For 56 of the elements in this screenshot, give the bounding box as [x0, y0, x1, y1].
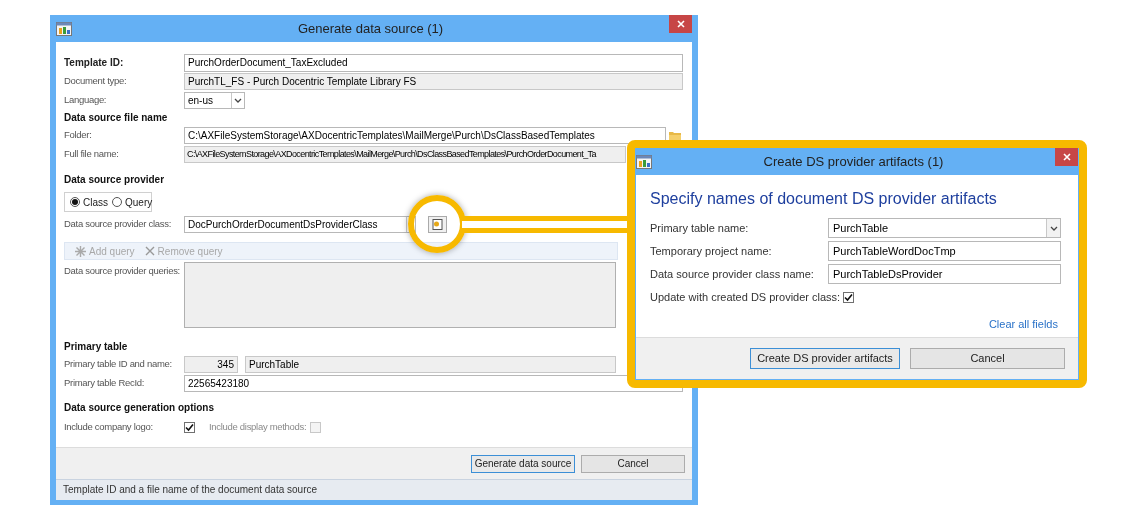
sparkle-icon — [75, 245, 86, 257]
dialog-button[interactable]: Generate data source — [471, 454, 575, 473]
option-label: Include company logo: — [64, 420, 154, 435]
close-button[interactable] — [669, 15, 692, 33]
document-icon — [432, 219, 443, 230]
app-icon — [636, 154, 652, 169]
field-label: Data source provider queries: — [64, 264, 181, 278]
checkbox-label: Update with created DS provider class: — [650, 290, 841, 305]
dropdown[interactable]: PurchTable — [828, 218, 1061, 238]
text-field[interactable]: C:\AXFileSystemStorage\AXDocentricTemplates\MailMerge\Purch\DsClassBasedTemplates\PurchOrderDocument_Ta — [184, 146, 626, 163]
dropdown[interactable]: en-us — [184, 92, 245, 109]
close-button[interactable] — [1055, 148, 1078, 166]
dialog-button[interactable]: Cancel — [581, 454, 685, 473]
radio-option[interactable]: Class — [70, 194, 108, 210]
close-icon — [1062, 153, 1071, 161]
field-label: Language: — [64, 93, 108, 108]
chevron-icon — [1049, 225, 1058, 231]
section-heading: Data source provider — [64, 173, 166, 187]
text-field[interactable]: 22565423180 — [184, 375, 683, 392]
field-label: Temporary project name: — [650, 243, 773, 259]
text-field[interactable]: PurchTableWordDocTmp — [828, 241, 1061, 261]
status-bar: Template ID and a file name of the document data source — [56, 479, 692, 500]
text-field[interactable]: PurchTable — [245, 356, 616, 373]
section-heading: Data source file name — [64, 111, 169, 125]
checkbox[interactable] — [843, 291, 855, 303]
close-icon — [676, 20, 685, 28]
chevron-icon — [234, 98, 242, 103]
option-label: Include display methods: — [209, 420, 307, 435]
text-field[interactable]: PurchTL_FS - Purch Docentric Template Library FS — [184, 73, 683, 90]
field-label: Folder: — [64, 128, 93, 143]
clear-fields-link[interactable]: Clear all fields — [988, 315, 1058, 332]
cross-icon — [144, 246, 155, 256]
field-label: Template ID: — [64, 56, 125, 70]
checkbox[interactable] — [184, 422, 195, 433]
dialog-button[interactable]: Create DS provider artifacts — [750, 348, 900, 369]
field-label: Primary table RecId: — [64, 376, 146, 391]
field-label: Primary table ID and name: — [64, 357, 173, 372]
field-label: Document type: — [64, 74, 128, 89]
text-field[interactable]: 345 — [184, 356, 238, 373]
section-heading: Data source generation options — [64, 401, 216, 415]
text-field[interactable]: PurchTableDsProvider — [828, 264, 1061, 284]
section-heading: Primary table — [64, 340, 129, 354]
field-label: Primary table name: — [650, 220, 750, 236]
lookup-button[interactable] — [428, 216, 447, 233]
field-label: Full file name: — [64, 147, 120, 162]
dialog-button[interactable]: Cancel — [910, 348, 1065, 369]
app-icon — [56, 21, 72, 36]
window-title: Create DS provider artifacts (1) — [762, 152, 945, 171]
dropdown[interactable]: DocPurchOrderDocumentDsProviderClass — [184, 216, 416, 233]
dialog-heading: Specify names of document DS provider artifacts — [650, 189, 998, 209]
field-label: Data source provider class: — [64, 217, 172, 232]
radio-option[interactable]: Query — [112, 194, 153, 210]
field-label: Data source provider class name: — [650, 266, 815, 282]
window-title: Generate data source (1) — [296, 19, 445, 38]
text-field[interactable]: C:\AXFileSystemStorage\AXDocentricTemplates\MailMerge\Purch\DsClassBasedTemplates — [184, 127, 666, 144]
text-field[interactable]: PurchOrderDocument_TaxExcluded — [184, 53, 683, 72]
